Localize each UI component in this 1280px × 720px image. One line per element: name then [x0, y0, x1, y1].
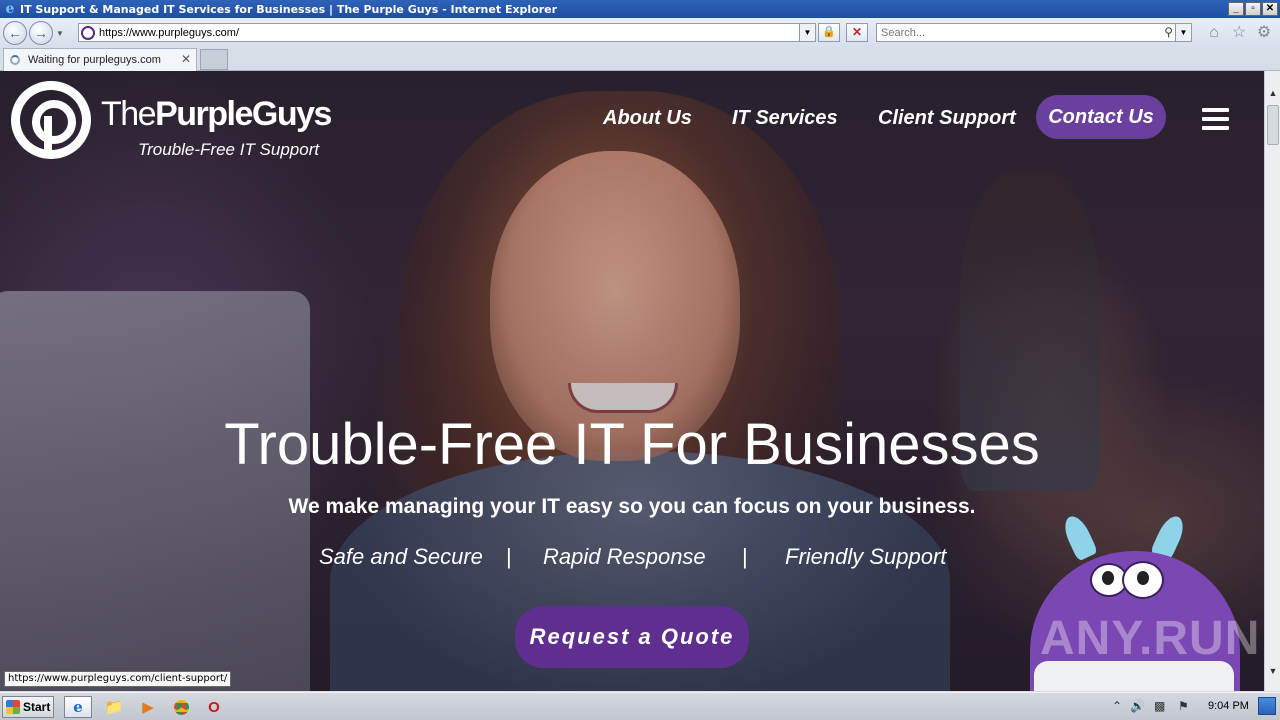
close-window-button[interactable]: ✕ [1262, 2, 1278, 16]
close-icon: ✕ [851, 25, 863, 39]
search-placeholder: Search... [881, 26, 926, 39]
window-title: IT Support & Managed IT Services for Bus… [20, 2, 558, 16]
address-bar[interactable]: https://www.purpleguys.com/ ▼ [78, 23, 816, 42]
address-url[interactable]: https://www.purpleguys.com/ [99, 27, 239, 39]
logo-brand-name: ThePurpleGuys [101, 95, 332, 133]
search-input[interactable]: Search... ⚲ ▼ [876, 23, 1192, 42]
feature-rapid-response: Rapid Response [543, 544, 706, 569]
feature-safe-secure: Safe and Secure [319, 544, 483, 569]
favorites-star-icon[interactable]: ☆ [1230, 24, 1248, 42]
start-label: Start [23, 700, 51, 714]
anyrun-watermark: ANY.RUN [1040, 612, 1261, 665]
forward-button[interactable]: → [29, 21, 53, 45]
loading-spinner-icon [10, 55, 20, 65]
maximize-button[interactable]: ▫ [1245, 2, 1261, 16]
volume-icon[interactable]: 🔊 [1130, 699, 1145, 713]
windows-logo-icon [6, 700, 20, 714]
nav-it-services[interactable]: IT Services [732, 107, 838, 130]
feature-separator: | [506, 544, 512, 569]
scroll-up-icon[interactable]: ▲ [1265, 85, 1280, 101]
scroll-down-icon[interactable]: ▼ [1265, 663, 1280, 679]
vertical-scrollbar[interactable]: ▲ ▼ [1264, 71, 1280, 691]
request-quote-button[interactable]: Request a Quote [515, 606, 749, 668]
tab-close-icon[interactable]: ✕ [181, 52, 191, 66]
window-titlebar: e IT Support & Managed IT Services for B… [0, 0, 1280, 18]
site-favicon-icon [81, 25, 95, 40]
security-lock-button[interactable]: 🔒 [818, 23, 840, 42]
status-url-tooltip: https://www.purpleguys.com/client-suppor… [4, 671, 232, 687]
tab-active[interactable]: Waiting for purpleguys.com ✕ [3, 48, 197, 71]
tab-title: Waiting for purpleguys.com [28, 54, 161, 66]
site-logo[interactable]: ThePurpleGuys Trouble-Free IT Support [11, 81, 351, 161]
search-dropdown-icon[interactable]: ▼ [1175, 24, 1191, 41]
hero-title: Trouble-Free IT For Businesses [224, 412, 1040, 477]
minimize-button[interactable]: _ [1228, 2, 1244, 16]
back-button[interactable]: ← [3, 21, 27, 45]
network-icon[interactable]: ▩ [1154, 699, 1165, 713]
feature-separator: | [742, 544, 748, 569]
logo-tagline: Trouble-Free IT Support [138, 140, 320, 159]
windows-taskbar: Start e 📁 ▶ O ⌃ 🔊 ▩ ⚑ 9:04 PM [0, 692, 1280, 720]
history-dropdown-icon[interactable]: ▼ [56, 29, 64, 38]
home-icon[interactable]: ⌂ [1205, 24, 1223, 42]
tab-strip: Waiting for purpleguys.com ✕ [0, 48, 1280, 71]
ie-logo-icon: e [5, 1, 15, 17]
tray-expand-icon[interactable]: ⌃ [1112, 699, 1122, 713]
search-icon[interactable]: ⚲ [1164, 25, 1173, 39]
nav-about-us[interactable]: About Us [603, 107, 692, 130]
taskbar-opera-icon[interactable]: O [200, 696, 228, 718]
taskbar-chrome-icon[interactable] [167, 696, 195, 718]
taskbar-media-player-icon[interactable]: ▶ [134, 696, 162, 718]
lock-icon: 🔒 [822, 26, 836, 38]
nav-client-support[interactable]: Client Support [878, 107, 1016, 130]
page-viewport: ThePurpleGuys Trouble-Free IT Support Ab… [0, 71, 1264, 691]
purple-guys-logo-icon [11, 81, 91, 159]
arrow-left-icon: ← [8, 25, 22, 41]
action-center-flag-icon[interactable]: ⚑ [1178, 699, 1189, 713]
new-tab-button[interactable] [200, 49, 228, 70]
scrollbar-thumb[interactable] [1267, 105, 1279, 145]
menu-hamburger-icon[interactable] [1202, 108, 1229, 130]
arrow-right-icon: → [34, 25, 48, 41]
taskbar-clock[interactable]: 9:04 PM [1208, 700, 1249, 712]
feature-friendly-support: Friendly Support [785, 544, 947, 569]
taskbar-ie-icon[interactable]: e [64, 696, 92, 718]
stop-button[interactable]: ✕ [846, 23, 868, 42]
show-desktop-button[interactable] [1258, 697, 1276, 715]
taskbar-folder-icon[interactable]: 📁 [100, 696, 128, 718]
browser-toolbar: ← → ▼ https://www.purpleguys.com/ ▼ 🔒 ✕ … [0, 18, 1280, 48]
address-dropdown-icon[interactable]: ▼ [799, 24, 815, 41]
start-button[interactable]: Start [2, 696, 54, 718]
gear-icon[interactable]: ⚙ [1255, 24, 1273, 42]
contact-us-button[interactable]: Contact Us [1036, 95, 1166, 139]
window-controls: _ ▫ ✕ [1228, 2, 1278, 16]
